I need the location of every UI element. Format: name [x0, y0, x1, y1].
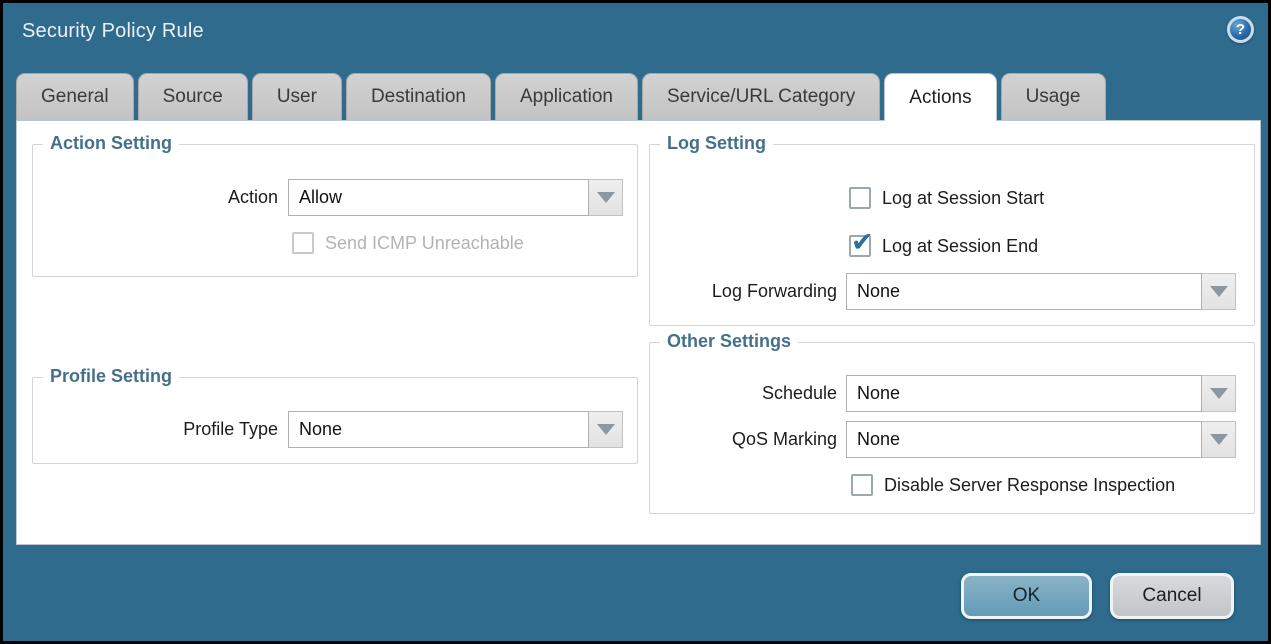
- log-forwarding-dropdown-button[interactable]: [1202, 273, 1236, 310]
- dialog-title: Security Policy Rule: [22, 20, 204, 43]
- cancel-button[interactable]: Cancel: [1110, 573, 1234, 619]
- schedule-dropdown-value: None: [846, 375, 1202, 412]
- other-settings-legend: Other Settings: [660, 331, 798, 352]
- log-at-session-start-checkbox[interactable]: [849, 187, 871, 209]
- log-forwarding-label: Log Forwarding: [650, 281, 837, 302]
- schedule-dropdown[interactable]: None: [846, 375, 1236, 412]
- tab-actions[interactable]: Actions: [884, 73, 996, 121]
- qos-marking-label: QoS Marking: [650, 429, 837, 450]
- log-setting-legend: Log Setting: [660, 133, 773, 154]
- schedule-label: Schedule: [650, 383, 837, 404]
- tab-service-url-category[interactable]: Service/URL Category: [642, 73, 880, 120]
- chevron-down-icon: [1210, 434, 1228, 445]
- security-policy-rule-dialog: Security Policy Rule ? General Source Us…: [3, 3, 1268, 641]
- disable-server-response-inspection-checkbox[interactable]: [851, 474, 873, 496]
- log-at-session-end-label: Log at Session End: [882, 236, 1038, 257]
- tab-user[interactable]: User: [252, 73, 342, 120]
- dialog-footer: OK Cancel: [961, 573, 1234, 619]
- action-label: Action: [33, 187, 278, 208]
- log-at-session-start-label: Log at Session Start: [882, 188, 1044, 209]
- other-settings-group: Other Settings Schedule None QoS Marking…: [649, 342, 1255, 514]
- tab-source[interactable]: Source: [138, 73, 248, 120]
- profile-type-label: Profile Type: [33, 419, 278, 440]
- tab-application[interactable]: Application: [495, 73, 638, 120]
- schedule-dropdown-button[interactable]: [1202, 375, 1236, 412]
- send-icmp-unreachable-checkbox: [292, 232, 314, 254]
- profile-setting-group: Profile Setting Profile Type None: [32, 377, 638, 464]
- send-icmp-unreachable-label: Send ICMP Unreachable: [325, 233, 524, 254]
- profile-type-dropdown[interactable]: None: [288, 411, 623, 448]
- help-icon[interactable]: ?: [1227, 16, 1254, 43]
- qos-marking-dropdown-value: None: [846, 421, 1202, 458]
- profile-type-dropdown-button[interactable]: [589, 411, 623, 448]
- tab-destination[interactable]: Destination: [346, 73, 491, 120]
- action-setting-legend: Action Setting: [43, 133, 179, 154]
- action-dropdown-button[interactable]: [589, 179, 623, 216]
- actions-tab-panel: Action Setting Action Allow Send ICMP Un…: [16, 120, 1261, 545]
- profile-type-dropdown-value: None: [288, 411, 589, 448]
- tab-usage[interactable]: Usage: [1001, 73, 1106, 120]
- action-dropdown-value: Allow: [288, 179, 589, 216]
- log-forwarding-dropdown-value: None: [846, 273, 1202, 310]
- log-at-session-end-checkbox[interactable]: [849, 235, 871, 257]
- tab-bar: General Source User Destination Applicat…: [16, 73, 1106, 120]
- profile-setting-legend: Profile Setting: [43, 366, 179, 387]
- qos-marking-dropdown-button[interactable]: [1202, 421, 1236, 458]
- chevron-down-icon: [597, 424, 615, 435]
- ok-button[interactable]: OK: [961, 573, 1092, 619]
- chevron-down-icon: [1210, 388, 1228, 399]
- action-setting-group: Action Setting Action Allow Send ICMP Un…: [32, 144, 638, 277]
- chevron-down-icon: [1210, 286, 1228, 297]
- tab-general[interactable]: General: [16, 73, 134, 120]
- log-setting-group: Log Setting Log at Session Start Log at …: [649, 144, 1255, 326]
- chevron-down-icon: [597, 192, 615, 203]
- log-forwarding-dropdown[interactable]: None: [846, 273, 1236, 310]
- action-dropdown[interactable]: Allow: [288, 179, 623, 216]
- disable-server-response-inspection-label: Disable Server Response Inspection: [884, 475, 1175, 496]
- qos-marking-dropdown[interactable]: None: [846, 421, 1236, 458]
